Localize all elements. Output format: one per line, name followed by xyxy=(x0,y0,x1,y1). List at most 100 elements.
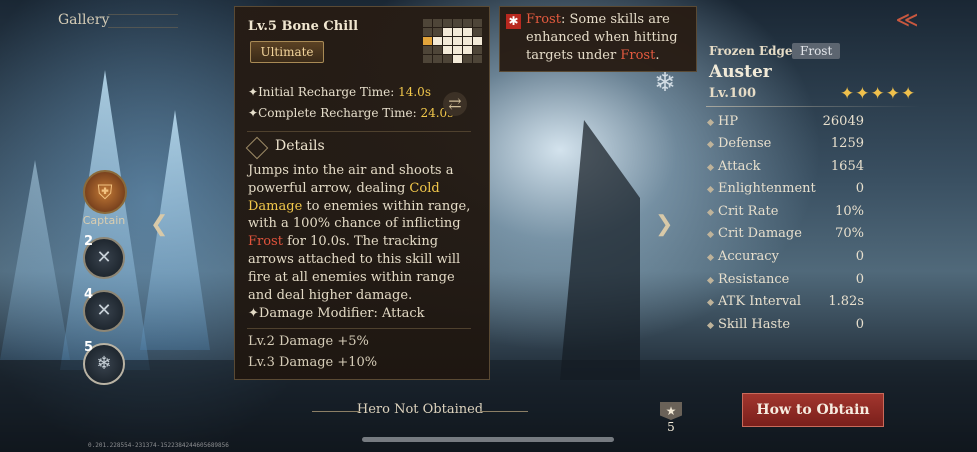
stat-name: Crit Damage xyxy=(718,226,802,241)
stat-name: Crit Rate xyxy=(718,204,779,219)
slot-number: 4 xyxy=(84,287,94,302)
divider xyxy=(247,328,471,329)
bullet-icon xyxy=(706,276,715,285)
next-hero-arrow-icon[interactable]: ❯ xyxy=(655,212,673,237)
stat-row-crit-rate: Crit Rate 10% xyxy=(706,204,868,224)
details-header: Details xyxy=(245,136,479,161)
hero-status: Hero Not Obtained xyxy=(312,402,528,417)
skill-range-grid-icon xyxy=(423,19,482,63)
frost-tooltip: ✱ Frost: Some skills are enhanced when h… xyxy=(499,6,697,72)
stat-row-attack: Attack 1654 xyxy=(706,159,868,179)
stat-value: 1259 xyxy=(830,136,864,151)
skill-description: Jumps into the air and shoots a powerful… xyxy=(248,162,476,304)
hero-title: Frozen Edge xyxy=(709,44,793,58)
stat-value: 70% xyxy=(835,226,864,241)
stat-name: Accuracy xyxy=(718,249,779,264)
skill-detail-panel: Lv.5 Bone Chill Ultimate ✦Initial Rechar… xyxy=(234,6,490,380)
stat-value: 1.82s xyxy=(828,294,864,309)
gallery-back-button[interactable]: Gallery xyxy=(58,12,109,28)
slot-number: 2 xyxy=(84,234,94,249)
bullet-icon xyxy=(706,140,715,149)
stat-row-enlightenment: Enlightenment 0 xyxy=(706,181,868,201)
star-icon: ✦ xyxy=(885,84,901,104)
complete-recharge-label: Complete Recharge Time: xyxy=(258,106,421,120)
level-bonus-row: Lv.3 Damage +10% xyxy=(248,355,378,370)
header-ornament xyxy=(108,14,178,28)
bullet-icon xyxy=(706,118,715,127)
bullet-icon xyxy=(706,298,715,307)
damage-modifier: ✦Damage Modifier: Attack xyxy=(248,306,425,321)
details-label: Details xyxy=(275,138,325,154)
frost-crest-icon: ❄ xyxy=(96,353,112,374)
how-to-obtain-button[interactable]: How to Obtain xyxy=(742,393,884,427)
captain-emblem-icon[interactable]: ⛨ xyxy=(83,170,127,214)
star-icon: ✦ xyxy=(855,84,871,104)
stat-row-skill-haste: Skill Haste 0 xyxy=(706,317,868,337)
hero-level: Lv.100 xyxy=(709,86,757,101)
crossed-arrows-icon: ✕ xyxy=(96,300,112,321)
frost-keyword: Frost xyxy=(526,12,561,27)
skill-title: Lv.5 Bone Chill xyxy=(248,19,359,34)
hero-status-text: Hero Not Obtained xyxy=(356,402,484,417)
previous-hero-arrow-icon[interactable]: ❮ xyxy=(150,212,168,237)
stat-row-accuracy: Accuracy 0 xyxy=(706,249,868,269)
complete-recharge-row: ✦Complete Recharge Time: 24.0s xyxy=(248,106,454,120)
hero-name: Auster xyxy=(709,62,772,82)
slot-number: 5 xyxy=(84,340,94,355)
star-icon: ✦ xyxy=(840,84,856,104)
collapse-arrow-icon[interactable]: ≪ xyxy=(890,8,924,34)
stat-value: 0 xyxy=(855,181,864,196)
stat-value: 10% xyxy=(835,204,864,219)
frost-emblem-icon: ❄ xyxy=(654,68,676,98)
stat-row-crit-damage: Crit Damage 70% xyxy=(706,226,868,246)
stat-name: HP xyxy=(718,114,739,129)
stat-name: Skill Haste xyxy=(718,317,791,332)
ornament-line xyxy=(480,411,528,412)
stat-value: 0 xyxy=(855,249,864,264)
diamond-icon xyxy=(245,136,269,160)
stat-row-defense: Defense 1259 xyxy=(706,136,868,156)
stat-name: Resistance xyxy=(718,272,790,287)
bullet-icon xyxy=(706,230,715,239)
bullet-icon xyxy=(706,208,715,217)
stat-name: Attack xyxy=(718,159,761,174)
crossed-arrows-icon: ✕ xyxy=(96,247,112,268)
frost-keyword: Frost xyxy=(620,48,656,63)
stat-name: Defense xyxy=(718,136,772,151)
stat-row-hp: HP 26049 xyxy=(706,114,868,134)
frost-keyword[interactable]: Frost xyxy=(248,234,283,249)
bullet-icon xyxy=(706,253,715,262)
swap-skill-icon[interactable]: ⇄ xyxy=(443,92,467,116)
divider xyxy=(706,106,920,107)
tooltip-text: . xyxy=(655,48,660,63)
element-tag: Frost xyxy=(792,43,841,59)
level-bonus-row: Lv.2 Damage +5% xyxy=(248,334,369,349)
shard-count: 5 xyxy=(667,420,675,434)
star-rating: ✦✦✦✦✦ xyxy=(840,84,916,104)
star-icon: ✦ xyxy=(870,84,886,104)
stat-value: 0 xyxy=(855,317,864,332)
stat-row-atk-interval: ATK Interval 1.82s xyxy=(706,294,868,314)
stat-value: 0 xyxy=(855,272,864,287)
frost-tooltip-text: Frost: Some skills are enhanced when hit… xyxy=(526,11,694,65)
divider xyxy=(247,131,471,132)
stat-name: ATK Interval xyxy=(718,294,802,309)
captain-label: Captain xyxy=(82,214,126,227)
frost-status-icon: ✱ xyxy=(506,14,521,29)
stat-value: 1654 xyxy=(830,159,864,174)
ornament-line xyxy=(312,411,360,412)
initial-recharge-label: Initial Recharge Time: xyxy=(258,85,399,99)
initial-recharge-row: ✦Initial Recharge Time: 14.0s xyxy=(248,85,431,99)
star-icon: ✦ xyxy=(901,84,917,104)
bullet-icon xyxy=(706,185,715,194)
version-string: 0.201.228554-231374-1522384244605689856 xyxy=(88,442,229,449)
bullet-icon xyxy=(706,163,715,172)
stat-value: 26049 xyxy=(822,114,864,129)
damage-modifier-text: Damage Modifier: Attack xyxy=(258,306,425,321)
stat-row-resistance: Resistance 0 xyxy=(706,272,868,292)
home-indicator[interactable] xyxy=(362,437,614,442)
skill-type-badge: Ultimate xyxy=(250,41,324,63)
initial-recharge-value: 14.0s xyxy=(398,85,431,99)
stat-name: Enlightenment xyxy=(718,181,816,196)
bullet-icon xyxy=(706,321,715,330)
